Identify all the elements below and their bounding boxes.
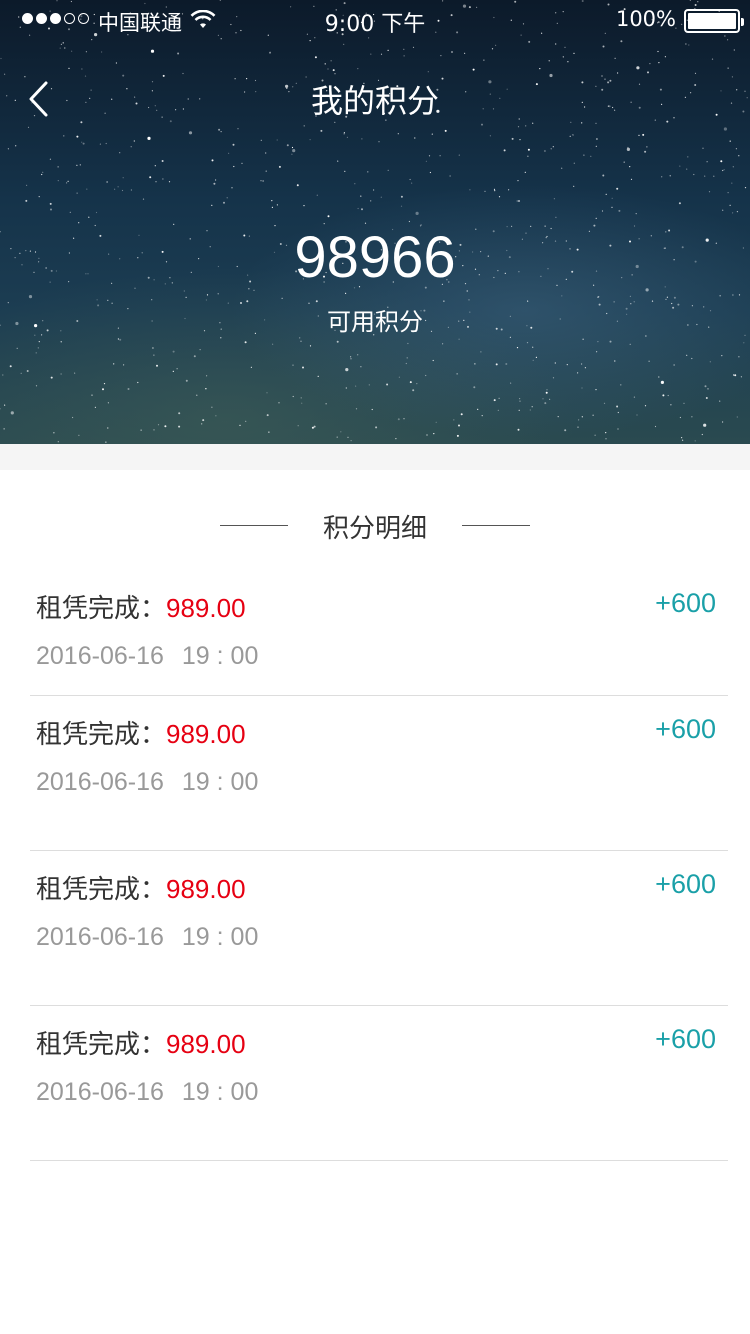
record-name: 租凭完成： <box>36 719 167 749</box>
battery-percentage: 100% <box>615 7 676 31</box>
record-time: 19 : 00 <box>181 1078 259 1106</box>
record-date: 2016-06-16 <box>36 923 164 951</box>
record-name: 租凭完成： <box>36 1029 167 1059</box>
record-name: 租凭完成： <box>36 874 167 904</box>
record-amount: 989.00 <box>166 719 246 749</box>
points-record-row[interactable]: 租凭完成：989.00 +600 2016-06-16 19 : 00 <box>30 570 728 696</box>
points-record-list: 租凭完成：989.00 +600 2016-06-16 19 : 00 租凭完成：… <box>30 570 728 1161</box>
points-record-row[interactable]: 租凭完成：989.00 +600 2016-06-16 19 : 00 <box>30 1006 728 1161</box>
record-date: 2016-06-16 <box>36 1078 164 1106</box>
record-time: 19 : 00 <box>181 642 259 670</box>
section-divider <box>0 444 750 470</box>
starry-sky-background <box>0 0 748 443</box>
points-detail-header: 积分明细 <box>0 505 750 545</box>
header-line-right <box>462 525 530 526</box>
record-time: 19 : 00 <box>181 923 259 951</box>
points-record-row[interactable]: 租凭完成：989.00 +600 2016-06-16 19 : 00 <box>30 851 728 1006</box>
available-points-value: 98966 <box>294 225 456 290</box>
record-name: 租凭完成： <box>36 593 167 623</box>
record-points: +600 <box>655 1024 716 1054</box>
points-detail-title: 积分明细 <box>322 514 427 544</box>
page-title: 我的积分 <box>310 82 439 120</box>
record-date: 2016-06-16 <box>36 642 164 670</box>
record-amount: 989.00 <box>166 593 246 623</box>
status-bar: 中国联通 9:00 下午 100% <box>0 0 750 40</box>
record-points: +600 <box>655 869 716 899</box>
header-banner: 中国联通 9:00 下午 100% 我的积分 98966 可用积分 <box>0 0 750 444</box>
record-date: 2016-06-16 <box>36 768 164 796</box>
record-amount: 989.00 <box>166 1029 246 1059</box>
battery-icon <box>684 9 744 33</box>
record-time: 19 : 00 <box>181 768 259 796</box>
record-points: +600 <box>655 588 716 618</box>
points-record-row[interactable]: 租凭完成：989.00 +600 2016-06-16 19 : 00 <box>30 696 728 851</box>
record-amount: 989.00 <box>166 874 246 904</box>
available-points-label: 可用积分 <box>327 308 423 336</box>
record-points: +600 <box>655 714 716 744</box>
